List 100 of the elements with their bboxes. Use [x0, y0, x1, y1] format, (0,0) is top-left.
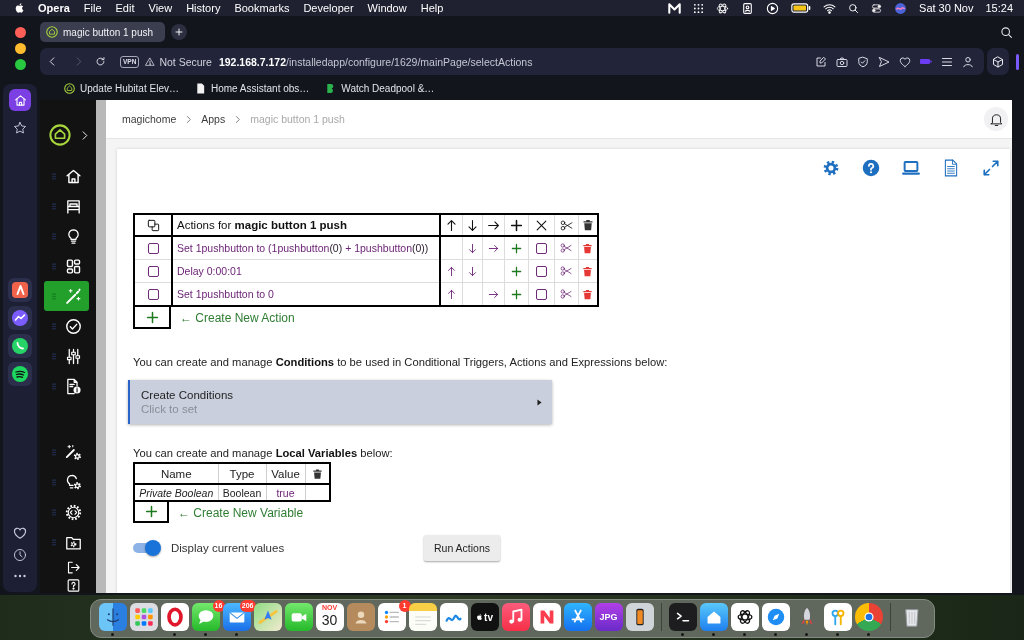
search-icon[interactable] — [1000, 25, 1013, 39]
up-arrow-icon[interactable] — [445, 265, 457, 277]
keys-icon[interactable] — [823, 603, 852, 631]
edit-box-icon[interactable] — [815, 55, 827, 68]
run-actions-button[interactable]: Run Actions — [424, 535, 500, 561]
menu-bar-time[interactable]: 15:24 — [985, 2, 1013, 14]
menu-bar-date[interactable]: Sat 30 Nov — [919, 2, 974, 14]
close-window-icon[interactable] — [14, 27, 26, 38]
zoom-window-icon[interactable] — [14, 59, 26, 70]
map-icon[interactable] — [253, 603, 282, 631]
new-tab-button[interactable] — [171, 24, 187, 40]
action-link[interactable]: Set 1pushbutton to 0 — [177, 288, 274, 300]
drag-handle-icon[interactable] — [52, 232, 56, 240]
action-link[interactable]: Delay 0:00:01 — [177, 265, 242, 277]
heart-icon[interactable] — [13, 526, 27, 540]
toggles-icon[interactable] — [871, 2, 883, 14]
drag-handle-icon[interactable] — [52, 538, 56, 546]
drag-handle-icon[interactable] — [52, 322, 56, 330]
compass-icon[interactable] — [761, 603, 790, 631]
browser-tab[interactable]: magic button 1 push — [40, 22, 165, 42]
drag-handle-icon[interactable] — [52, 508, 56, 516]
disable-checkbox[interactable] — [535, 242, 547, 254]
drag-handle-icon[interactable] — [52, 382, 56, 390]
row-checkbox[interactable] — [147, 265, 159, 277]
create-conditions-panel[interactable]: Create Conditions Click to set — [128, 380, 552, 424]
plus-icon[interactable] — [510, 265, 522, 277]
laptop-icon[interactable] — [902, 159, 920, 177]
menu-item[interactable]: Bookmarks — [234, 2, 290, 14]
contact-card-icon[interactable] — [346, 603, 375, 631]
person-icon[interactable] — [962, 55, 974, 68]
apple-icon[interactable] — [14, 2, 25, 14]
document-icon[interactable] — [942, 159, 960, 177]
lightning-bubble-icon[interactable] — [8, 306, 32, 330]
squiggle-icon[interactable] — [439, 603, 468, 631]
trash-icon[interactable] — [311, 467, 323, 480]
add-action-button[interactable] — [133, 307, 171, 329]
scissors-icon[interactable] — [558, 242, 574, 254]
expand-icon[interactable] — [982, 159, 1000, 177]
shield-icon[interactable] — [857, 55, 869, 68]
wifi-icon[interactable] — [823, 1, 837, 15]
drag-handle-icon[interactable] — [52, 202, 56, 210]
down-arrow-icon[interactable] — [466, 265, 478, 277]
create-action-link[interactable]: ← Create New Action — [180, 311, 295, 325]
home-button[interactable] — [9, 89, 31, 111]
help-icon[interactable] — [862, 159, 880, 177]
reload-icon[interactable] — [95, 56, 106, 67]
knot-icon[interactable] — [730, 603, 759, 631]
breadcrumb-link[interactable]: magichome — [122, 113, 177, 125]
bookmark-item[interactable]: Update Hubitat Elev… — [64, 82, 179, 94]
bookmark-item[interactable]: Watch Deadpool &… — [325, 82, 435, 94]
row-checkbox[interactable] — [147, 242, 159, 254]
sound-waves-icon[interactable] — [8, 362, 32, 386]
star-icon[interactable] — [13, 121, 27, 135]
gear-icon[interactable] — [822, 159, 840, 177]
heart-icon[interactable] — [899, 55, 911, 68]
minimize-window-icon[interactable] — [14, 43, 26, 54]
battery-pill-icon[interactable] — [920, 58, 932, 65]
plus-icon[interactable] — [510, 288, 522, 300]
menu-item[interactable]: Edit — [115, 2, 135, 14]
breadcrumb-link[interactable]: Apps — [201, 113, 226, 125]
scissors-icon[interactable] — [558, 265, 574, 277]
menu-item[interactable]: Developer — [303, 2, 354, 14]
notifications-button[interactable] — [984, 107, 1008, 131]
copy-icon[interactable] — [146, 218, 160, 232]
drag-handle-icon[interactable] — [52, 172, 56, 180]
house-ring-icon[interactable] — [49, 124, 71, 146]
menu-item[interactable]: Help — [420, 2, 444, 14]
battery-icon[interactable] — [791, 3, 812, 13]
create-variable-link[interactable]: ← Create New Variable — [178, 505, 304, 520]
bookmark-item[interactable]: Home Assistant obs… — [194, 82, 310, 94]
knot-icon[interactable] — [716, 1, 730, 15]
down-arrow-icon[interactable] — [466, 242, 478, 254]
right-arrow-icon[interactable] — [487, 288, 499, 300]
video-camera-icon[interactable] — [284, 603, 313, 631]
drag-handle-icon[interactable] — [52, 478, 56, 486]
more-dots-icon[interactable] — [14, 574, 26, 578]
up-arrow-icon[interactable] — [445, 288, 457, 300]
menu-item[interactable]: Opera — [38, 2, 70, 14]
m-logo-icon[interactable] — [668, 1, 682, 15]
security-label[interactable]: Not Secure — [159, 55, 212, 68]
jpg-tile[interactable]: JPG — [594, 603, 623, 631]
toggle-switch[interactable] — [133, 540, 161, 556]
row-checkbox[interactable] — [147, 288, 159, 300]
phone-icon[interactable] — [625, 603, 654, 631]
url-text[interactable]: 192.168.7.172/installedapp/configure/1629/mainPage/selectActions — [218, 55, 533, 68]
letter-a-icon[interactable] — [563, 603, 592, 631]
tv-tile[interactable]: tv — [470, 603, 499, 631]
id-badge-icon[interactable] — [741, 1, 755, 15]
drag-handle-icon[interactable] — [52, 262, 56, 270]
checklist-icon[interactable] — [377, 603, 406, 631]
ring-icon[interactable] — [160, 603, 189, 631]
extensions-button[interactable] — [987, 48, 1009, 75]
drag-handle-icon[interactable] — [52, 352, 56, 360]
command-prompt-icon[interactable] — [668, 603, 697, 631]
clock-icon[interactable] — [13, 548, 27, 562]
smiling-face-icon[interactable] — [98, 603, 127, 631]
house-icon[interactable] — [699, 603, 728, 631]
music-note-icon[interactable] — [501, 603, 530, 631]
add-variable-button[interactable] — [133, 502, 169, 523]
drag-handle-icon[interactable] — [52, 448, 56, 456]
